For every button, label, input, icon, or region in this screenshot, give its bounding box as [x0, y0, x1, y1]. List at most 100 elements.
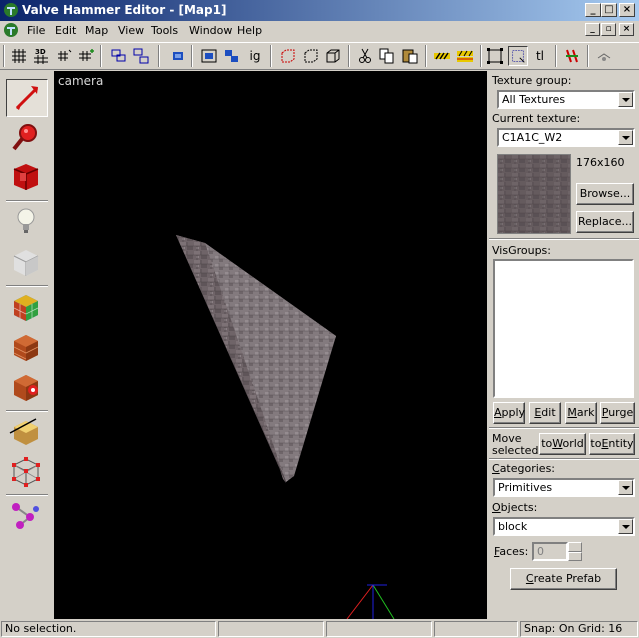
- selection-tool-icon[interactable]: [6, 79, 48, 117]
- categories-value: Primitives: [498, 481, 553, 494]
- tool-separator: [6, 200, 48, 202]
- menu-window[interactable]: Window: [189, 24, 232, 37]
- mdi-restore-icon[interactable]: ▫: [601, 23, 616, 36]
- apply-texture-icon[interactable]: [6, 329, 48, 367]
- toolbar-separator: [587, 45, 589, 67]
- to-entity-button[interactable]: toEntity: [589, 433, 635, 455]
- texture-lock-icon[interactable]: [432, 46, 452, 66]
- minimize-icon[interactable]: _: [585, 3, 601, 17]
- menu-tools[interactable]: Tools: [151, 24, 178, 37]
- objects-select[interactable]: block: [493, 517, 635, 536]
- edit-button[interactable]: Edit: [529, 402, 561, 424]
- 3d-label: 3D: [35, 48, 46, 56]
- title-bar: Valve Hammer Editor - [Map1] _ □ ×: [0, 0, 639, 21]
- path-tool-icon[interactable]: [6, 497, 48, 535]
- objects-value: block: [498, 520, 528, 533]
- move-label-line2: selected:: [492, 444, 543, 457]
- categories-select[interactable]: Primitives: [493, 478, 635, 497]
- toolbar-separator: [191, 45, 193, 67]
- magnify-tool-icon[interactable]: [6, 119, 48, 157]
- purge-button[interactable]: Purge: [600, 402, 635, 424]
- panel-separator: [489, 427, 639, 429]
- entity-tool-icon[interactable]: [6, 204, 48, 242]
- chevron-down-icon[interactable]: [618, 519, 633, 534]
- menu-edit[interactable]: Edit: [55, 24, 76, 37]
- unhide-icon[interactable]: [222, 46, 242, 66]
- chevron-down-icon[interactable]: [618, 92, 633, 107]
- hollow-icon[interactable]: [301, 46, 321, 66]
- faces-label: Faces:: [494, 545, 529, 558]
- stripe-icon[interactable]: [455, 46, 475, 66]
- faces-value: 0: [537, 545, 544, 558]
- cut-icon[interactable]: [355, 46, 375, 66]
- ignore-group-label: ig: [249, 49, 261, 63]
- ungroup-icon[interactable]: [131, 46, 151, 66]
- visgroups-list[interactable]: [493, 259, 634, 398]
- objects-label: Objects:: [492, 501, 538, 514]
- panel-separator: [489, 458, 639, 460]
- window-title: Valve Hammer Editor - [Map1]: [22, 3, 227, 17]
- hide-icon[interactable]: [168, 46, 188, 66]
- entity-report-icon[interactable]: [562, 46, 582, 66]
- mdi-minimize-icon[interactable]: _: [585, 23, 600, 36]
- make-solid-icon[interactable]: [323, 46, 343, 66]
- panel-separator: [489, 238, 639, 240]
- axis-gizmo: [346, 584, 395, 619]
- chevron-up-icon[interactable]: [568, 542, 582, 552]
- menu-view[interactable]: View: [118, 24, 144, 37]
- toolbar-separator: [480, 45, 482, 67]
- toolbar-separator: [158, 45, 160, 67]
- create-prefab-button[interactable]: Create Prefab: [510, 568, 617, 590]
- ignore-group-icon[interactable]: ig: [245, 46, 265, 66]
- current-texture-select[interactable]: C1A1C_W2: [497, 128, 635, 147]
- menu-file[interactable]: File: [27, 24, 45, 37]
- tool-separator: [6, 494, 48, 496]
- larger-grid-icon[interactable]: [76, 46, 96, 66]
- menu-help[interactable]: Help: [237, 24, 262, 37]
- camera-viewport[interactable]: camera: [54, 71, 487, 619]
- tl-icon[interactable]: tl: [530, 46, 550, 66]
- vertex-tool-icon[interactable]: [6, 453, 48, 491]
- small-grid-icon[interactable]: [54, 46, 74, 66]
- mdi-close-icon[interactable]: ×: [619, 23, 634, 36]
- copy-icon[interactable]: [377, 46, 397, 66]
- group-icon[interactable]: [109, 46, 129, 66]
- toolbar-separator: [348, 45, 350, 67]
- current-texture-value: C1A1C_W2: [502, 131, 563, 144]
- replace-button[interactable]: Replace...: [576, 211, 634, 233]
- mark-button[interactable]: Mark: [565, 402, 597, 424]
- apply-button[interactable]: Apply: [493, 402, 525, 424]
- block-tool-icon[interactable]: [6, 244, 48, 282]
- carve-icon[interactable]: [278, 46, 298, 66]
- paste-icon[interactable]: [400, 46, 420, 66]
- maximize-icon[interactable]: □: [601, 3, 617, 17]
- chevron-down-icon[interactable]: [568, 552, 582, 561]
- texture-application-icon[interactable]: [6, 289, 48, 327]
- status-pane: [434, 621, 518, 637]
- toggle-select-icon[interactable]: [508, 46, 528, 66]
- brush-block[interactable]: [54, 71, 487, 619]
- texture-size: 176x160: [576, 156, 625, 169]
- faces-stepper[interactable]: [568, 542, 582, 561]
- menu-map[interactable]: Map: [85, 24, 108, 37]
- close-icon[interactable]: ×: [619, 3, 635, 17]
- chevron-down-icon[interactable]: [618, 130, 633, 145]
- texture-preview[interactable]: [497, 154, 571, 234]
- 3d-grid-icon[interactable]: 3D: [31, 46, 51, 66]
- menu-bar: File Edit Map View Tools Window Help: [0, 21, 639, 40]
- decal-tool-icon[interactable]: [6, 369, 48, 407]
- chevron-down-icon[interactable]: [618, 480, 633, 495]
- to-world-button[interactable]: toWorld: [539, 433, 586, 455]
- texture-group-select[interactable]: All Textures: [497, 90, 635, 109]
- browse-button[interactable]: Browse...: [576, 183, 634, 205]
- toolbar-grip: [3, 45, 5, 67]
- camera-tool-icon[interactable]: [6, 159, 48, 197]
- vis-icon[interactable]: [199, 46, 219, 66]
- status-pane: [326, 621, 432, 637]
- faces-input[interactable]: 0: [532, 542, 568, 561]
- grid-icon[interactable]: [9, 46, 29, 66]
- selection-box-icon[interactable]: [485, 46, 505, 66]
- visgroups-label: VisGroups:: [492, 244, 551, 257]
- clip-tool-icon[interactable]: [6, 413, 48, 451]
- run-map-icon[interactable]: [594, 46, 614, 66]
